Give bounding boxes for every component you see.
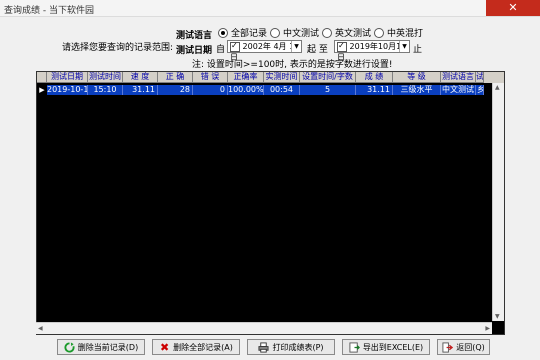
chevron-down-icon[interactable]: ▼ bbox=[399, 41, 409, 52]
col-header[interactable]: 成 绩 bbox=[356, 72, 393, 83]
print-button[interactable]: 打印成绩表(P) bbox=[247, 339, 335, 355]
scroll-left-icon[interactable]: ◀ bbox=[38, 325, 43, 332]
lang-label: 测试语言 bbox=[176, 31, 213, 41]
from-date-picker[interactable]: 2002年 4月 1日 ▼ bbox=[227, 40, 302, 62]
cell-language[interactable]: 中文测试 bbox=[441, 85, 476, 95]
horizontal-scrollbar[interactable]: ◀ ▶ bbox=[36, 322, 492, 334]
to-date-checkbox[interactable] bbox=[337, 40, 347, 52]
radio-mixed-indicator[interactable] bbox=[374, 27, 384, 38]
col-header[interactable]: 正确率 bbox=[228, 72, 264, 83]
col-header[interactable]: 测试语言 bbox=[441, 72, 476, 83]
scroll-right-icon[interactable]: ▶ bbox=[485, 325, 490, 332]
cell-correct[interactable]: 28 bbox=[158, 85, 193, 95]
refresh-icon bbox=[64, 341, 75, 353]
results-grid[interactable]: 测试日期 测试时间 速 度 正 确 错 误 正 确 正确率 实测时间 设置时间/… bbox=[36, 71, 505, 335]
row-indicator: ▶ bbox=[37, 85, 47, 95]
radio-all[interactable]: 全部记录 bbox=[218, 26, 267, 39]
delete-all-button[interactable]: ✖ 删除全部记录(A) bbox=[152, 339, 240, 355]
radio-chinese-label: 中文测试 bbox=[283, 29, 320, 39]
from-prefix: 自 bbox=[216, 45, 226, 55]
radio-english[interactable]: 英文测试 bbox=[322, 26, 371, 39]
col-header[interactable]: 试卷 bbox=[476, 72, 484, 83]
close-icon: ✕ bbox=[508, 1, 518, 14]
cell-actual-time[interactable]: 00:54 bbox=[264, 85, 300, 95]
note-text: 注: 设置时间>=100时, 表示的是按字数进行设置! bbox=[192, 60, 393, 70]
radio-chinese[interactable]: 中文测试 bbox=[270, 26, 319, 39]
chevron-down-icon[interactable]: ▼ bbox=[291, 41, 301, 52]
scroll-down-icon[interactable]: ▼ bbox=[495, 313, 500, 320]
vertical-scrollbar[interactable]: ▲ ▼ bbox=[492, 83, 504, 321]
delete-x-icon: ✖ bbox=[160, 340, 170, 354]
to-date-picker[interactable]: 2019年10月14日 ▼ bbox=[334, 40, 410, 62]
col-header[interactable]: 正 确 bbox=[158, 72, 193, 83]
printer-icon bbox=[258, 341, 269, 353]
export-excel-button[interactable]: 导出到EXCEL(E) bbox=[342, 339, 430, 355]
delete-all-label: 删除全部记录(A) bbox=[173, 342, 233, 352]
query-window: 查询成绩 - 当下软件园 ✕ 请选择您要查询的记录范围: 测试语言 全部记录 中… bbox=[0, 0, 540, 360]
date-label: 测试日期 bbox=[176, 46, 213, 56]
radio-chinese-indicator[interactable] bbox=[270, 27, 280, 38]
from-date-checkbox[interactable] bbox=[230, 40, 240, 52]
cell-speed[interactable]: 31.11 bbox=[123, 85, 158, 95]
table-row[interactable]: ▶ 2019-10-14 15:10 31.11 28 0 100.00% 00… bbox=[37, 85, 504, 95]
radio-english-label: 英文测试 bbox=[335, 29, 372, 39]
radio-mixed[interactable]: 中英混打 bbox=[374, 26, 423, 39]
col-header[interactable]: 测试日期 bbox=[47, 72, 88, 83]
title-bar: 查询成绩 - 当下软件园 ✕ bbox=[0, 0, 540, 17]
cell-level[interactable]: 三级水平 bbox=[393, 85, 441, 95]
cell-score[interactable]: 31.11 bbox=[356, 85, 393, 95]
cell-errors[interactable]: 0 bbox=[193, 85, 228, 95]
range-prompt: 请选择您要查询的记录范围: bbox=[62, 43, 174, 53]
scroll-up-icon[interactable]: ▲ bbox=[495, 84, 500, 91]
radio-all-indicator[interactable] bbox=[218, 27, 228, 38]
cell-time[interactable]: 15:10 bbox=[88, 85, 123, 95]
cell-paper[interactable]: 乡村 bbox=[476, 85, 484, 95]
cell-set-time[interactable]: 5 bbox=[300, 85, 356, 95]
delete-current-button[interactable]: 删除当前记录(D) bbox=[57, 339, 145, 355]
window-title: 查询成绩 - 当下软件园 bbox=[4, 6, 94, 16]
grid-header: 测试日期 测试时间 速 度 正 确 错 误 正 确 正确率 实测时间 设置时间/… bbox=[37, 72, 504, 83]
to-prefix: 起 至 bbox=[307, 45, 328, 55]
radio-all-label: 全部记录 bbox=[231, 29, 268, 39]
header-corner bbox=[37, 72, 47, 83]
col-header[interactable]: 等 级 bbox=[393, 72, 441, 83]
radio-mixed-label: 中英混打 bbox=[387, 29, 424, 39]
close-button[interactable]: ✕ bbox=[486, 0, 540, 16]
export-icon bbox=[349, 341, 360, 353]
radio-english-indicator[interactable] bbox=[322, 27, 332, 38]
return-icon bbox=[442, 341, 454, 353]
to-suffix: 止 bbox=[413, 45, 423, 55]
cell-date[interactable]: 2019-10-14 bbox=[47, 85, 88, 95]
delete-current-label: 删除当前记录(D) bbox=[77, 342, 139, 352]
col-header[interactable]: 测试时间 bbox=[88, 72, 123, 83]
cell-accuracy[interactable]: 100.00% bbox=[228, 85, 264, 95]
col-header[interactable]: 速 度 bbox=[123, 72, 158, 83]
return-label: 返回(Q) bbox=[456, 342, 485, 352]
col-header[interactable]: 错 误 bbox=[193, 72, 228, 83]
export-label: 导出到EXCEL(E) bbox=[362, 342, 424, 352]
print-label: 打印成绩表(P) bbox=[272, 342, 324, 352]
col-header[interactable]: 设置时间/字数 bbox=[300, 72, 356, 83]
col-header[interactable]: 实测时间 bbox=[264, 72, 300, 83]
return-button[interactable]: 返回(Q) bbox=[437, 339, 490, 355]
